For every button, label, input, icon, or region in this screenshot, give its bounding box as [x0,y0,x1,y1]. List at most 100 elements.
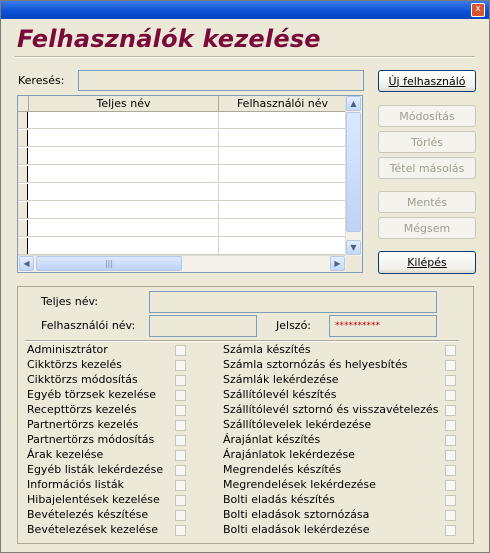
permission-label-left: Hibajelentések kezelése [27,493,160,506]
username-label: Felhasználói név: [41,319,136,332]
cell-divider [218,148,219,164]
table-header: Teljes név Felhasználói név [18,96,346,112]
horizontal-scrollbar[interactable]: ◀ ||| ▶ [18,255,346,272]
table-row[interactable] [18,184,346,201]
permission-checkbox-left[interactable] [175,510,186,521]
permission-label-left: Partnertörzs módosítás [27,433,155,446]
row-selector[interactable] [18,184,28,200]
modify-button[interactable]: Módosítás [378,105,476,127]
cell-divider [218,202,219,218]
exit-button[interactable]: Kilépés [378,251,476,274]
scroll-up-icon[interactable]: ▲ [346,96,361,111]
permission-label-left: Egyéb listák lekérdezése [27,463,164,476]
permission-label-left: Partnertörzs kezelés [27,418,139,431]
permission-label-right: Szállítólevél készítés [223,388,337,401]
title-bar: x [1,1,489,19]
permission-checkbox-right[interactable] [445,495,456,506]
permission-checkbox-left[interactable] [175,375,186,386]
column-header-username[interactable]: Felhasználói név [219,96,346,111]
permission-label-right: Bolti eladás készítés [223,493,335,506]
permission-label-left: Bevételezés készítése [27,508,149,521]
table-row[interactable] [18,202,346,219]
permission-checkbox-left[interactable] [175,405,186,416]
exit-label: Kilépés [407,256,447,269]
permission-label-left: Recepttörzs kezelés [27,403,137,416]
permission-label-right: Bolti eladások lekérdezése [223,523,370,536]
copy-item-button[interactable]: Tétel másolás [378,157,476,179]
cancel-button[interactable]: Mégsem [378,217,476,239]
password-label: Jelszó: [276,319,312,332]
permission-checkbox-left[interactable] [175,480,186,491]
permission-label-left: Cikktörzs módosítás [27,373,138,386]
permission-checkbox-right[interactable] [445,510,456,521]
permission-checkbox-left[interactable] [175,525,186,536]
permission-label-right: Megrendelések lekérdezése [223,478,376,491]
permission-checkbox-left[interactable] [175,495,186,506]
permission-checkbox-left[interactable] [175,390,186,401]
permission-checkbox-left[interactable] [175,420,186,431]
row-selector[interactable] [18,220,28,236]
search-input[interactable] [78,70,364,91]
cell-divider [218,112,219,128]
column-header-full-name[interactable]: Teljes név [29,96,219,111]
permission-checkbox-left[interactable] [175,345,186,356]
permission-checkbox-right[interactable] [445,420,456,431]
scroll-right-icon[interactable]: ▶ [330,256,345,271]
row-selector-header [18,96,29,111]
permission-checkbox-right[interactable] [445,375,456,386]
permission-label-left: Cikktörzs kezelés [27,358,122,371]
permission-checkbox-right[interactable] [445,390,456,401]
permission-checkbox-right[interactable] [445,480,456,491]
permission-checkbox-right[interactable] [445,345,456,356]
scroll-left-icon[interactable]: ◀ [19,256,34,271]
username-field[interactable] [149,315,257,337]
row-selector[interactable] [18,130,28,146]
scroll-corner [346,256,362,272]
permission-label-right: Számlák lekérdezése [223,373,339,386]
permission-checkbox-right[interactable] [445,465,456,476]
table-row[interactable] [18,148,346,165]
permission-checkbox-left[interactable] [175,360,186,371]
permission-label-right: Bolti eladások sztornózása [223,508,370,521]
row-selector[interactable] [18,202,28,218]
permission-checkbox-right[interactable] [445,405,456,416]
new-user-button[interactable]: Új felhasználó [378,70,476,92]
permission-label-left: Egyéb törzsek kezelése [27,388,157,401]
cell-divider [218,166,219,182]
permission-label-right: Számla sztornózás és helyesbítés [223,358,408,371]
table-row[interactable] [18,220,346,237]
vertical-scrollbar[interactable]: ▲ ▼ [345,96,362,256]
permission-checkbox-right[interactable] [445,360,456,371]
row-selector[interactable] [18,166,28,182]
permission-checkbox-right[interactable] [445,450,456,461]
table-row[interactable] [18,166,346,183]
row-selector[interactable] [18,148,28,164]
row-selector[interactable] [18,238,28,254]
table-row[interactable] [18,238,346,255]
permission-label-left: Bevételezések kezelése [27,523,159,536]
close-icon[interactable]: x [471,3,485,17]
full-name-label: Teljes név: [41,295,99,308]
table-row[interactable] [18,130,346,147]
delete-button[interactable]: Törlés [378,131,476,153]
row-selector[interactable] [18,112,28,128]
permission-checkbox-left[interactable] [175,435,186,446]
vertical-scroll-thumb[interactable] [346,112,361,232]
permission-checkbox-left[interactable] [175,465,186,476]
password-field[interactable]: ********** [329,315,437,337]
permission-checkbox-right[interactable] [445,525,456,536]
full-name-field[interactable] [149,291,437,313]
cell-divider [218,220,219,236]
permission-label-left: Adminisztrátor [27,343,108,356]
users-table[interactable]: Teljes név Felhasználói név ▲ ▼ ◀ ||| ▶ [17,95,363,273]
table-row[interactable] [18,112,346,129]
save-button[interactable]: Mentés [378,191,476,213]
scroll-down-icon[interactable]: ▼ [346,240,361,255]
permission-checkbox-left[interactable] [175,450,186,461]
permissions-divider [25,340,459,342]
horizontal-scroll-thumb[interactable]: ||| [36,256,182,271]
permission-label-right: Szállítólevél sztornó és visszavételezés [223,403,439,416]
permission-label-right: Számla készítés [223,343,311,356]
permission-label-right: Árajánlatok lekérdezése [223,448,355,461]
permission-checkbox-right[interactable] [445,435,456,446]
